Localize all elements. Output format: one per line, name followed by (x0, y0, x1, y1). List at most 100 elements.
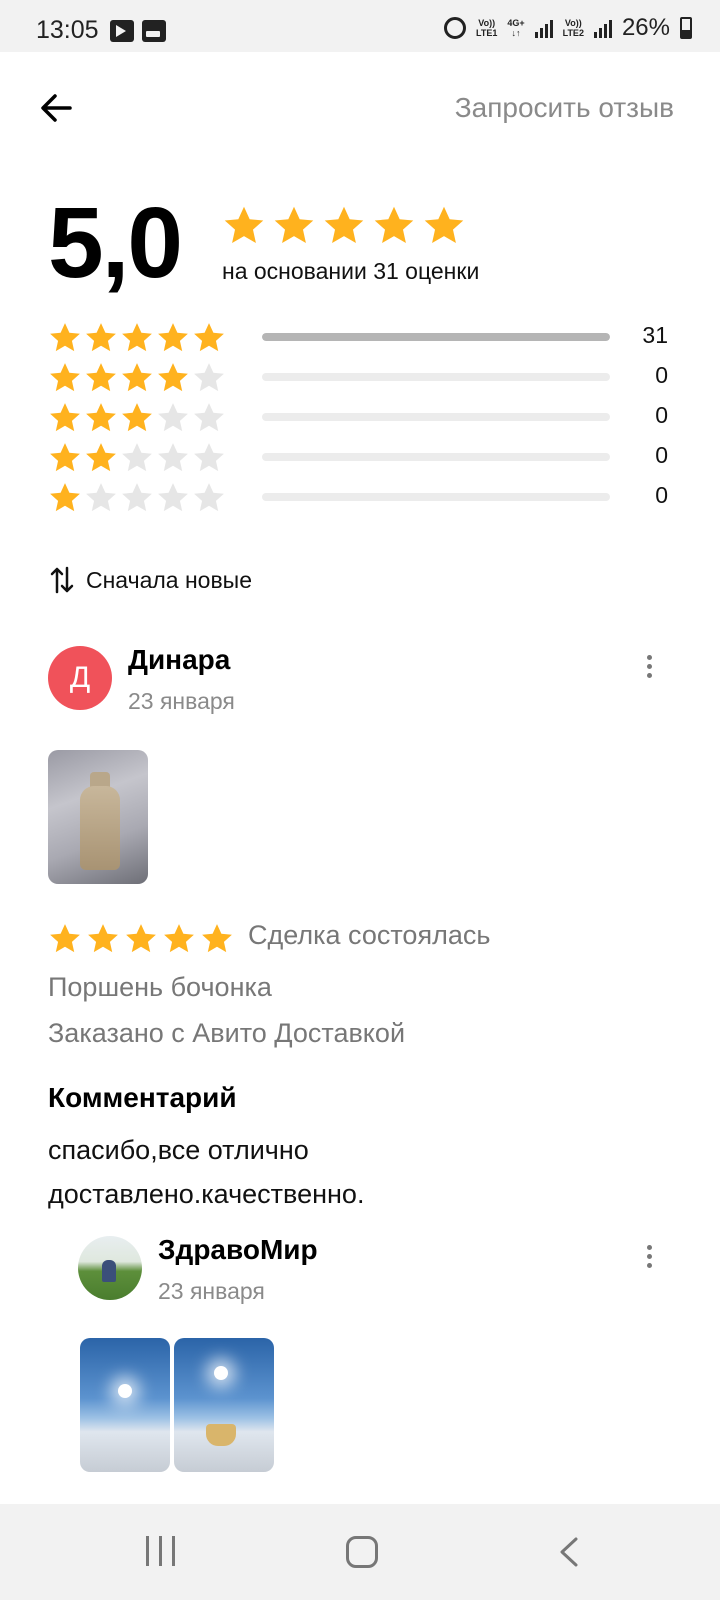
recents-button[interactable] (146, 1536, 175, 1566)
sort-button[interactable]: Сначала новые (50, 566, 252, 594)
home-button[interactable] (346, 1536, 378, 1568)
rating-row-bar-fill (262, 333, 610, 341)
review-stars (48, 922, 234, 956)
network-type-label: 4G+ (507, 18, 525, 28)
avatar[interactable]: Д (48, 646, 112, 710)
rating-row-count: 31 (642, 322, 668, 348)
star-filled-icon (156, 321, 190, 355)
recents-line (146, 1536, 149, 1566)
rating-basis: на основании 31 оценки (222, 258, 480, 284)
signal-icon-2 (593, 18, 612, 38)
reply-more-button[interactable] (634, 1236, 664, 1276)
summary-stars (222, 204, 466, 248)
comment-text: спасибо,все отлично доставлено.качествен… (48, 1135, 365, 1209)
back-button[interactable] (36, 88, 76, 128)
rating-row-stars (48, 441, 260, 475)
sort-arrows-icon (50, 566, 74, 594)
rating-row-count: 0 (655, 402, 668, 428)
star-filled-icon (48, 361, 82, 395)
star-empty-icon (156, 401, 190, 435)
rating-row-count: 0 (655, 482, 668, 508)
star-empty-icon (192, 401, 226, 435)
more-dot (646, 672, 652, 678)
reply-photo-1[interactable] (80, 1338, 170, 1472)
star-empty-icon (120, 441, 154, 475)
star-filled-icon (200, 922, 234, 956)
sim2-volte-indicator: Vo)) LTE2 (563, 18, 584, 38)
star-filled-icon (222, 204, 266, 248)
system-nav-bar (0, 1504, 720, 1600)
star-filled-icon (84, 321, 118, 355)
star-filled-icon (422, 204, 466, 248)
reply-photo-2[interactable] (174, 1338, 274, 1472)
star-filled-icon (192, 321, 226, 355)
star-filled-icon (48, 441, 82, 475)
alarm-icon (444, 17, 466, 39)
rating-row-bar (262, 493, 610, 501)
sort-label: Сначала новые (86, 566, 253, 593)
status-time: 13:05 (36, 16, 99, 44)
more-dot (646, 1262, 652, 1268)
rating-row-count: 0 (655, 362, 668, 388)
image-notification-icon (142, 20, 166, 42)
rating-row-bar (262, 413, 610, 421)
sim2-lte-label: LTE2 (562, 28, 584, 38)
star-empty-icon (192, 361, 226, 395)
star-filled-icon (120, 401, 154, 435)
review-more-button[interactable] (634, 646, 664, 686)
star-filled-icon (272, 204, 316, 248)
star-filled-icon (156, 361, 190, 395)
review-date: 23 января (128, 688, 235, 714)
seller-name[interactable]: ЗдравоМир (158, 1234, 318, 1266)
video-notification-icon (110, 20, 134, 42)
chevron-left-icon (560, 1537, 578, 1567)
star-filled-icon (124, 922, 158, 956)
sim1-lte-label: LTE1 (476, 28, 498, 38)
photo-sun (118, 1384, 132, 1398)
system-back-button[interactable] (554, 1536, 584, 1568)
photo-sun (214, 1366, 228, 1380)
star-filled-icon (48, 481, 82, 515)
star-empty-icon (84, 481, 118, 515)
rating-row-bar (262, 333, 610, 341)
sim1-volte-indicator: Vo)) LTE1 (476, 18, 497, 38)
photo-bottle (80, 786, 120, 870)
star-empty-icon (192, 441, 226, 475)
sim2-volte-label: Vo)) (564, 18, 582, 28)
status-bar: 13:05 Vo)) LTE1 4G+ ↓↑ Vo)) LTE2 26% (0, 0, 720, 52)
review-item[interactable]: Поршень бочонка (48, 972, 272, 1003)
rating-row-count: 0 (655, 442, 668, 468)
more-dot (646, 663, 652, 669)
recents-line (172, 1536, 175, 1566)
battery-icon (680, 17, 692, 39)
deal-status: Сделка состоялась (248, 920, 491, 950)
rating-row-3: 0 (48, 398, 688, 438)
star-filled-icon (84, 361, 118, 395)
star-filled-icon (372, 204, 416, 248)
arrow-left-icon (41, 94, 72, 122)
rating-row-stars (48, 481, 260, 515)
star-empty-icon (156, 481, 190, 515)
more-dot (646, 1253, 652, 1259)
signal-icon-1 (534, 18, 553, 38)
seller-reply-date: 23 января (158, 1278, 265, 1304)
rating-row-4: 0 (48, 358, 688, 398)
rating-row-stars (48, 401, 260, 435)
review-photo[interactable] (48, 750, 148, 884)
data-arrows-icon: ↓↑ (511, 28, 521, 38)
network-type-indicator: 4G+ ↓↑ (507, 18, 524, 38)
request-review-button[interactable]: Запросить отзыв (455, 92, 674, 124)
review-delivery: Заказано с Авито Доставкой (48, 1018, 406, 1048)
review-author[interactable]: Динара (128, 644, 230, 676)
rating-row-1: 0 (48, 478, 688, 518)
photo-pot (206, 1424, 236, 1446)
star-filled-icon (120, 321, 154, 355)
rating-row-stars (48, 361, 260, 395)
star-filled-icon (322, 204, 366, 248)
rating-breakdown: 31 0 0 0 0 (48, 318, 688, 518)
star-filled-icon (86, 922, 120, 956)
comment-title: Комментарий (48, 1082, 237, 1113)
seller-avatar[interactable] (78, 1236, 142, 1300)
star-filled-icon (84, 401, 118, 435)
star-filled-icon (48, 922, 82, 956)
